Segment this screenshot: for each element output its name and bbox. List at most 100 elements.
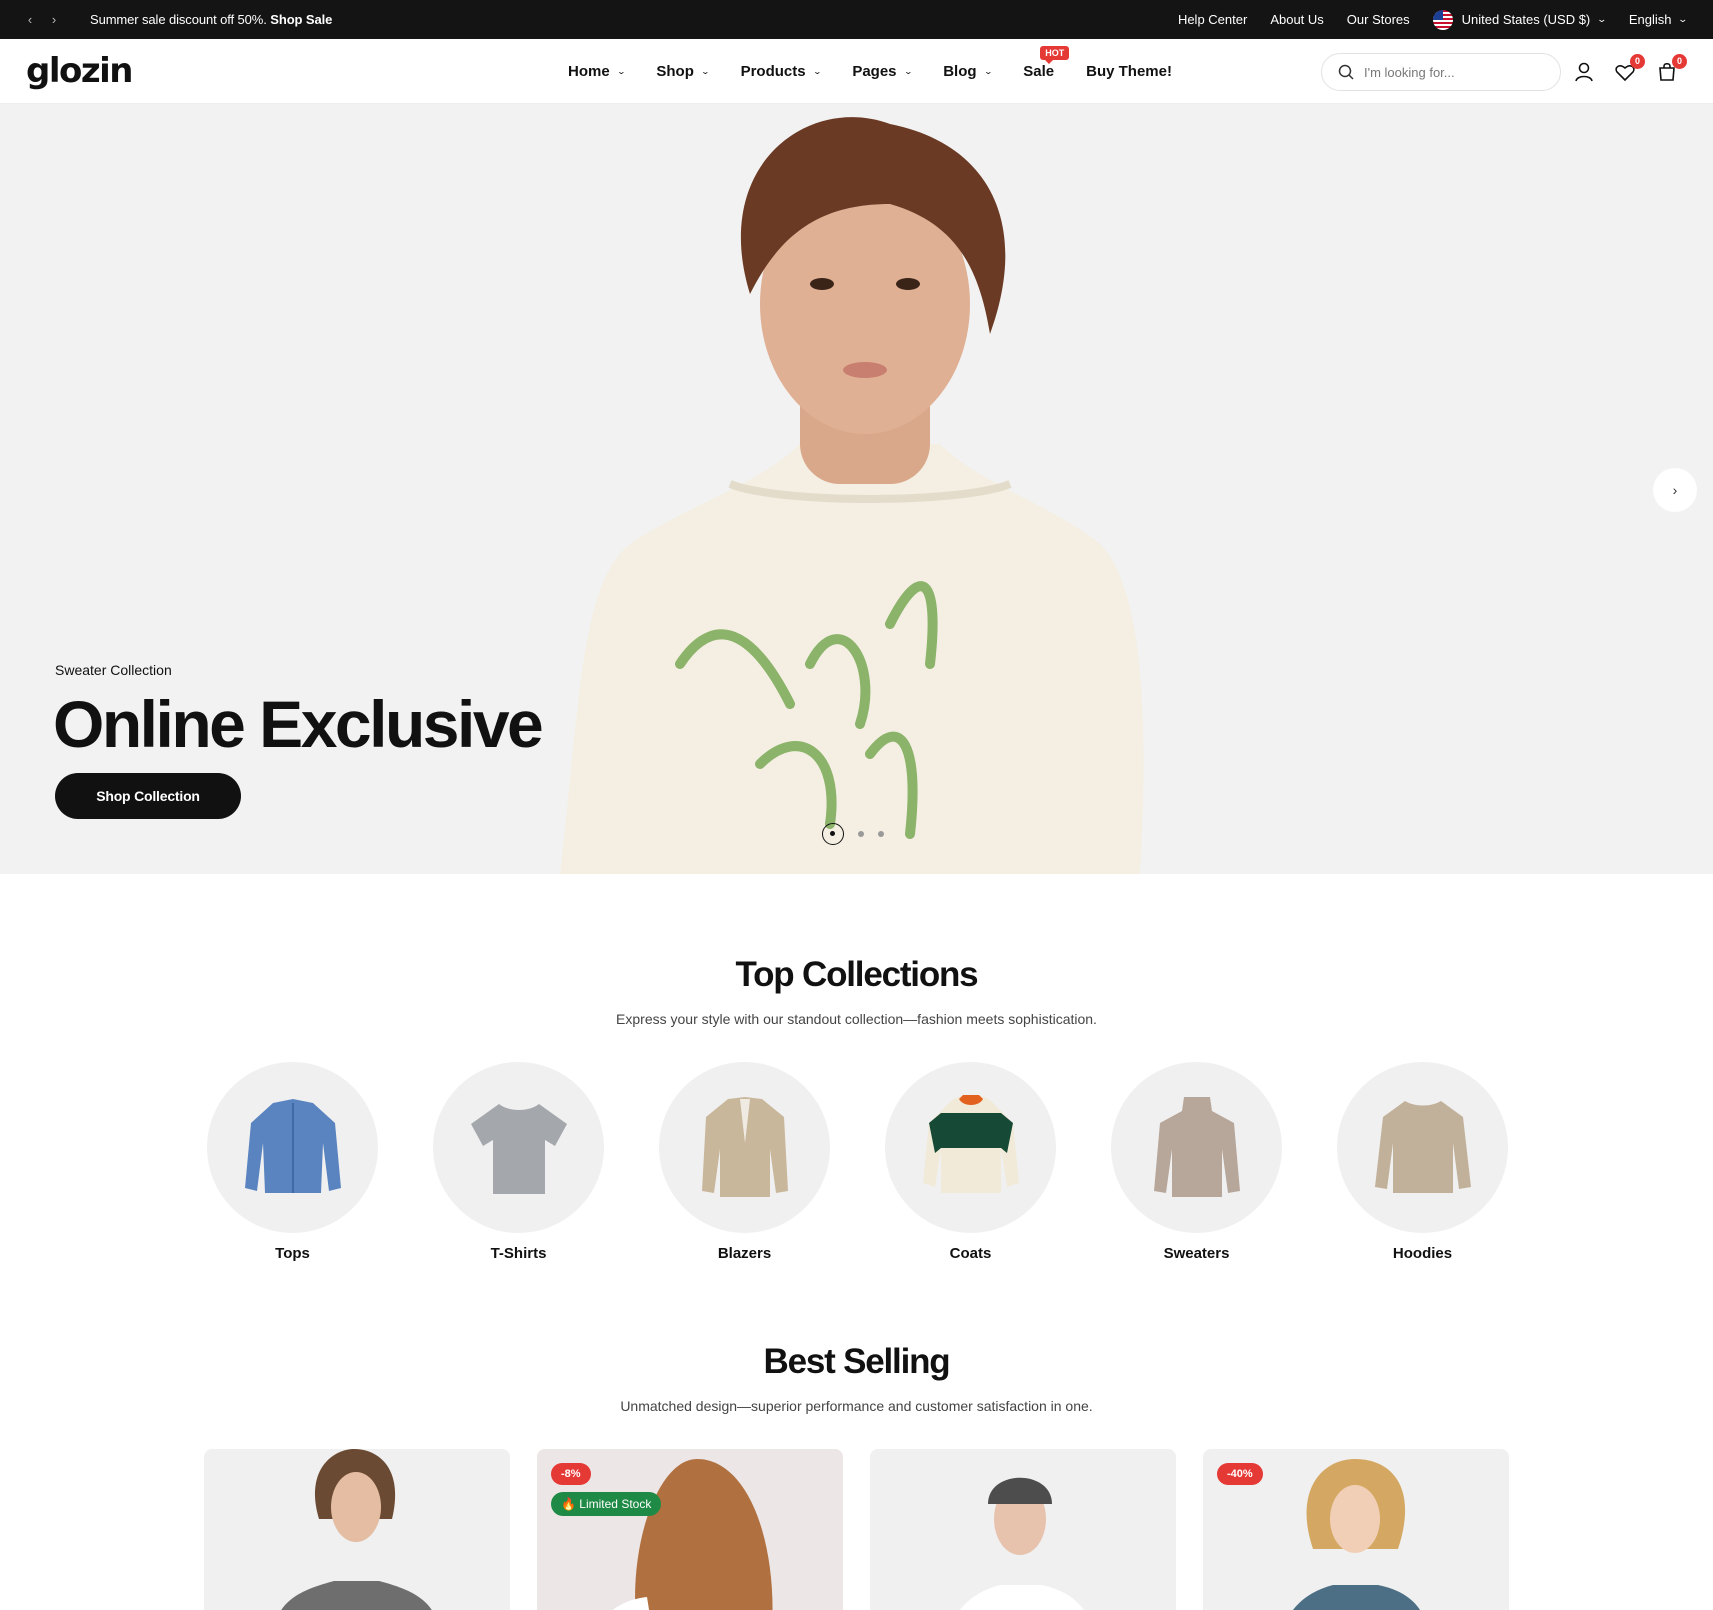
nav-label: Pages <box>852 63 897 80</box>
chevron-down-icon: ⌄ <box>812 67 822 76</box>
collection-image <box>885 1062 1056 1233</box>
product-grid: -8% 🔥 Limited Stock -40% <box>204 1449 1509 1610</box>
nav-shop[interactable]: Shop ⌄ <box>656 63 710 80</box>
chevron-down-icon: ⌄ <box>616 67 626 76</box>
top-collections-subtitle: Express your style with our standout col… <box>616 1011 1097 1027</box>
promo-message: Summer sale discount off 50%. Shop Sale <box>90 12 332 27</box>
us-flag-icon <box>1432 9 1453 30</box>
hoodie-icon <box>1374 1100 1471 1193</box>
wishlist-icon[interactable]: 0 <box>1614 54 1645 83</box>
sweater-icon <box>1153 1096 1240 1197</box>
stock-badge: 🔥 Limited Stock <box>551 1492 662 1516</box>
fire-icon: 🔥 <box>561 1497 576 1511</box>
help-center-link[interactable]: Help Center <box>1178 12 1247 27</box>
collection-tops[interactable]: Tops <box>207 1062 378 1262</box>
nav-label: Sale <box>1023 63 1055 80</box>
chevron-down-icon: ⌄ <box>983 67 993 76</box>
chevron-down-icon: ⌄ <box>1677 14 1689 24</box>
currency-selector[interactable]: United States (USD $) ⌄ <box>1432 9 1608 30</box>
hot-badge: HOT <box>1040 46 1070 64</box>
slide-dot-1[interactable] <box>822 823 844 845</box>
product-image <box>960 1477 1084 1610</box>
shop-collection-button[interactable]: Shop Collection <box>55 773 241 819</box>
nav-pages[interactable]: Pages ⌄ <box>852 63 913 80</box>
collection-hoodies[interactable]: Hoodies <box>1337 1062 1508 1262</box>
hero-subtitle: Sweater Collection <box>55 662 172 678</box>
chevron-down-icon: ⌄ <box>700 67 710 76</box>
cart-count: 0 <box>1672 54 1687 69</box>
slider-dots <box>822 823 884 845</box>
collection-image <box>659 1062 830 1233</box>
collection-t-shirts[interactable]: T-Shirts <box>433 1062 604 1262</box>
hero-slider: Sweater Collection Online Exclusive Shop… <box>0 104 1713 874</box>
main-header: glozin Home ⌄ Shop ⌄ Products ⌄ Pages ⌄ Blog… <box>0 39 1713 104</box>
cart-icon[interactable]: 0 <box>1656 54 1687 83</box>
nav-label: Buy Theme! <box>1086 63 1172 80</box>
slide-dot-3[interactable] <box>878 831 884 837</box>
collection-image <box>1111 1062 1282 1233</box>
language-label: English <box>1628 12 1672 27</box>
about-us-link[interactable]: About Us <box>1270 12 1323 27</box>
chevron-right-icon[interactable]: › <box>48 12 60 27</box>
shirt-icon <box>244 1098 341 1193</box>
search-box <box>1321 53 1561 91</box>
collection-blazers[interactable]: Blazers <box>659 1062 830 1262</box>
collection-coats[interactable]: Coats <box>885 1062 1056 1262</box>
stock-label: Limited Stock <box>579 1497 652 1511</box>
collection-label: Coats <box>949 1245 992 1262</box>
hero-model-image <box>560 117 1144 874</box>
wishlist-count: 0 <box>1630 54 1645 69</box>
main-nav: Home ⌄ Shop ⌄ Products ⌄ Pages ⌄ Blog ⌄ HOT Sa… <box>568 39 1172 104</box>
best-selling-title: Best Selling <box>763 1342 951 1381</box>
announcement-arrows: ‹ › <box>24 12 60 27</box>
hero-title: Online Exclusive <box>53 687 544 761</box>
slide-dot-2[interactable] <box>858 831 864 837</box>
logo[interactable]: glozin <box>26 51 134 91</box>
collection-sweaters[interactable]: Sweaters <box>1111 1062 1282 1262</box>
search-input[interactable] <box>1364 64 1544 80</box>
coat-icon <box>922 1094 1019 1193</box>
chevron-down-icon: ⌄ <box>1596 14 1608 24</box>
blazer-icon <box>701 1096 788 1197</box>
nav-label: Shop <box>656 63 694 80</box>
language-selector[interactable]: English ⌄ <box>1628 12 1689 27</box>
collection-label: Tops <box>275 1245 310 1262</box>
top-collections-title: Top Collections <box>735 955 979 994</box>
product-card[interactable]: -40% <box>1203 1449 1509 1610</box>
nav-sale[interactable]: HOT Sale <box>1023 46 1070 80</box>
nav-products[interactable]: Products ⌄ <box>740 63 822 80</box>
promo-text: Summer sale discount off 50%. <box>90 12 271 27</box>
nav-blog[interactable]: Blog ⌄ <box>943 63 993 80</box>
chevron-down-icon: ⌄ <box>903 67 913 76</box>
collection-list: Tops T-Shirts Blazers Coats Sweaters Hoo… <box>207 1062 1508 1262</box>
product-card[interactable]: -8% 🔥 Limited Stock <box>537 1449 843 1610</box>
nav-home[interactable]: Home ⌄ <box>568 63 626 80</box>
account-icon[interactable] <box>1573 61 1595 83</box>
nav-label: Products <box>740 63 806 80</box>
nav-buy-theme[interactable]: Buy Theme! <box>1086 63 1172 80</box>
search-icon[interactable] <box>1338 64 1354 80</box>
nav-label: Blog <box>943 63 977 80</box>
collection-label: Sweaters <box>1163 1245 1230 1262</box>
collection-image <box>1337 1062 1508 1233</box>
currency-label: United States (USD $) <box>1461 12 1591 27</box>
collection-label: Blazers <box>717 1245 772 1262</box>
chevron-left-icon[interactable]: ‹ <box>24 12 36 27</box>
collection-image <box>433 1062 604 1233</box>
utility-links: Help Center About Us Our Stores United S… <box>1178 0 1689 39</box>
product-card[interactable] <box>204 1449 510 1610</box>
shop-sale-link[interactable]: Shop Sale <box>270 12 332 27</box>
nav-label: Home <box>568 63 610 80</box>
announcement-bar: ‹ › Summer sale discount off 50%. Shop S… <box>0 0 1713 39</box>
collection-image <box>207 1062 378 1233</box>
our-stores-link[interactable]: Our Stores <box>1347 12 1410 27</box>
product-image <box>281 1449 432 1610</box>
collection-label: Hoodies <box>1392 1245 1453 1262</box>
chevron-right-icon[interactable]: › <box>1653 468 1697 512</box>
discount-badge: -8% <box>551 1463 591 1485</box>
collection-label: T-Shirts <box>490 1245 547 1262</box>
best-selling-subtitle: Unmatched design—superior performance an… <box>620 1398 1093 1414</box>
t-shirt-icon <box>470 1103 567 1194</box>
discount-badge: -40% <box>1217 1463 1263 1485</box>
product-card[interactable] <box>870 1449 1176 1610</box>
